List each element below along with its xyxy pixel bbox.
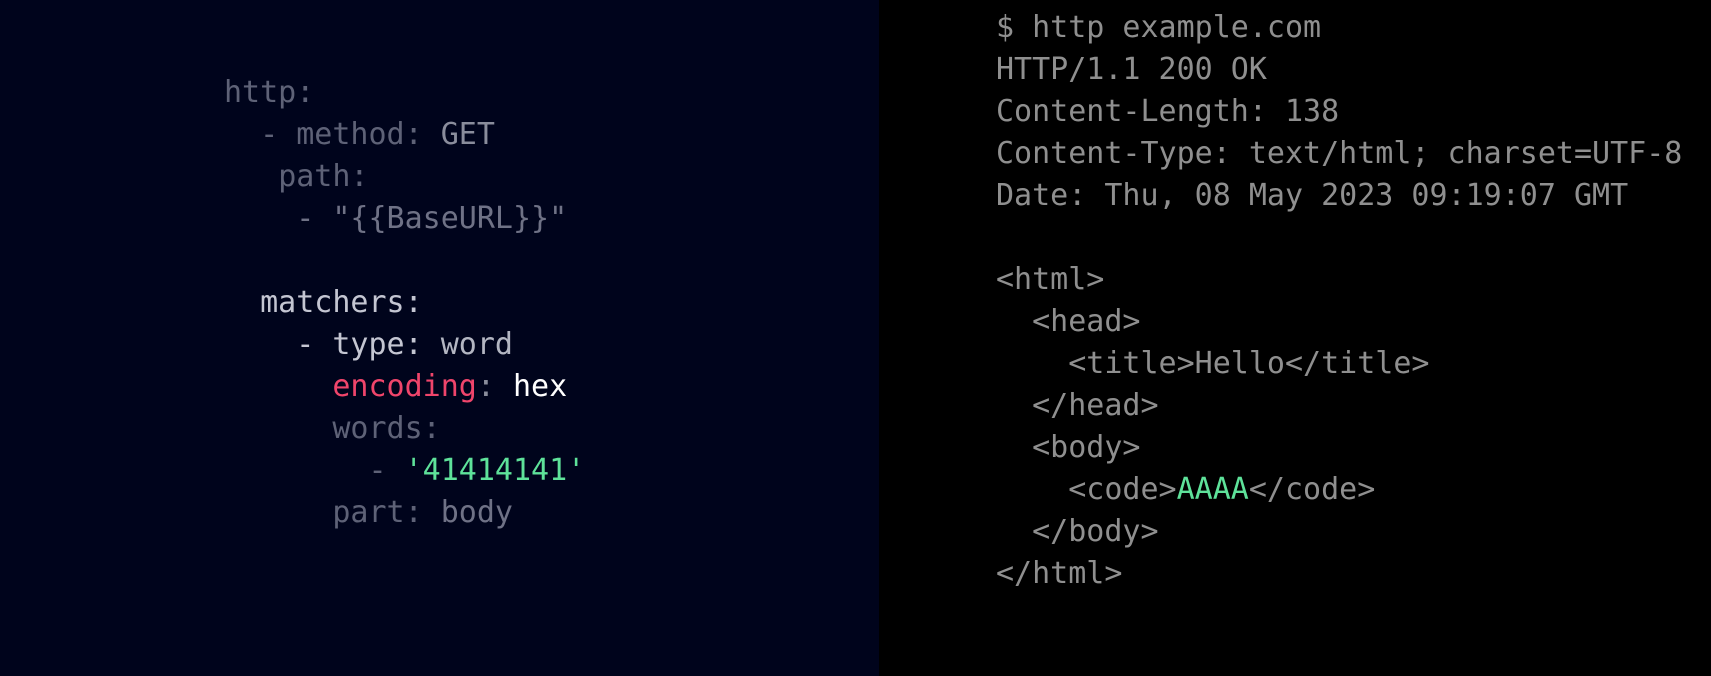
code-line: words:: [224, 408, 585, 450]
code-token: - method:: [260, 117, 441, 152]
code-token: :: [476, 369, 513, 404]
template-pane: http: - method: GET path: - "{{BaseURL}}…: [0, 0, 879, 676]
code-token: Content-Type: text/html; charset=UTF-8: [996, 136, 1683, 171]
code-line: $ http example.com: [996, 7, 1682, 49]
code-token: http:: [224, 75, 315, 110]
code-token: </code>: [1248, 472, 1376, 507]
code-token: part:: [332, 495, 441, 530]
code-token: <title>Hello</title>: [1068, 346, 1430, 381]
code-line: <title>Hello</title>: [996, 343, 1682, 385]
code-line: <head>: [996, 301, 1682, 343]
code-token: body: [440, 495, 513, 530]
code-line: </body>: [996, 511, 1682, 553]
code-token: '41414141': [404, 453, 586, 488]
code-token: matchers:: [260, 285, 423, 320]
code-token: -: [368, 453, 405, 488]
code-line: encoding: hex: [224, 366, 585, 408]
code-line: <code>AAAA</code>: [996, 469, 1682, 511]
code-token: path:: [278, 159, 369, 194]
code-token: </body>: [1032, 514, 1159, 549]
terminal-output-block: $ http example.com HTTP/1.1 200 OK Content…: [996, 7, 1682, 595]
code-line: </html>: [996, 553, 1682, 595]
code-token: words:: [332, 411, 441, 446]
code-token: Content-Length: 138: [996, 94, 1340, 129]
code-token: <code>: [1068, 472, 1177, 507]
code-line: </head>: [996, 385, 1682, 427]
code-line: Date: Thu, 08 May 2023 09:19:07 GMT: [996, 175, 1682, 217]
code-line: http:: [224, 72, 585, 114]
code-token: encoding: [332, 369, 477, 404]
code-token: <html>: [996, 262, 1105, 297]
code-token: AAAA: [1176, 472, 1249, 507]
code-token: hex: [513, 369, 568, 404]
code-line: path:: [224, 156, 585, 198]
code-token: GET: [440, 117, 495, 152]
code-line: part: body: [224, 492, 585, 534]
code-token: <head>: [1032, 304, 1141, 339]
code-line: <html>: [996, 259, 1682, 301]
terminal-pane: $ http example.com HTTP/1.1 200 OK Content…: [879, 0, 1711, 676]
code-line: HTTP/1.1 200 OK: [996, 49, 1682, 91]
code-line: - '41414141': [224, 450, 586, 492]
code-token: </html>: [996, 556, 1123, 591]
code-token: word: [440, 327, 513, 362]
code-line: <body>: [996, 427, 1682, 469]
code-token: Date: Thu, 08 May 2023 09:19:07 GMT: [996, 178, 1629, 213]
split-view: http: - method: GET path: - "{{BaseURL}}…: [0, 0, 1711, 676]
code-token: <body>: [1032, 430, 1141, 465]
code-line: Content-Type: text/html; charset=UTF-8: [996, 133, 1682, 175]
code-token: $ http example.com: [996, 10, 1322, 45]
template-code-block: http: - method: GET path: - "{{BaseURL}}…: [224, 72, 585, 534]
code-line: - "{{BaseURL}}": [224, 198, 585, 240]
code-line: - method: GET: [224, 114, 585, 156]
code-line: Content-Length: 138: [996, 91, 1682, 133]
code-token: HTTP/1.1 200 OK: [996, 52, 1267, 87]
code-token: </head>: [1032, 388, 1159, 423]
code-token: - type:: [296, 327, 441, 362]
code-line: - type: word: [224, 324, 585, 366]
code-line: matchers:: [224, 282, 585, 324]
code-token: - "{{BaseURL}}": [296, 201, 568, 236]
